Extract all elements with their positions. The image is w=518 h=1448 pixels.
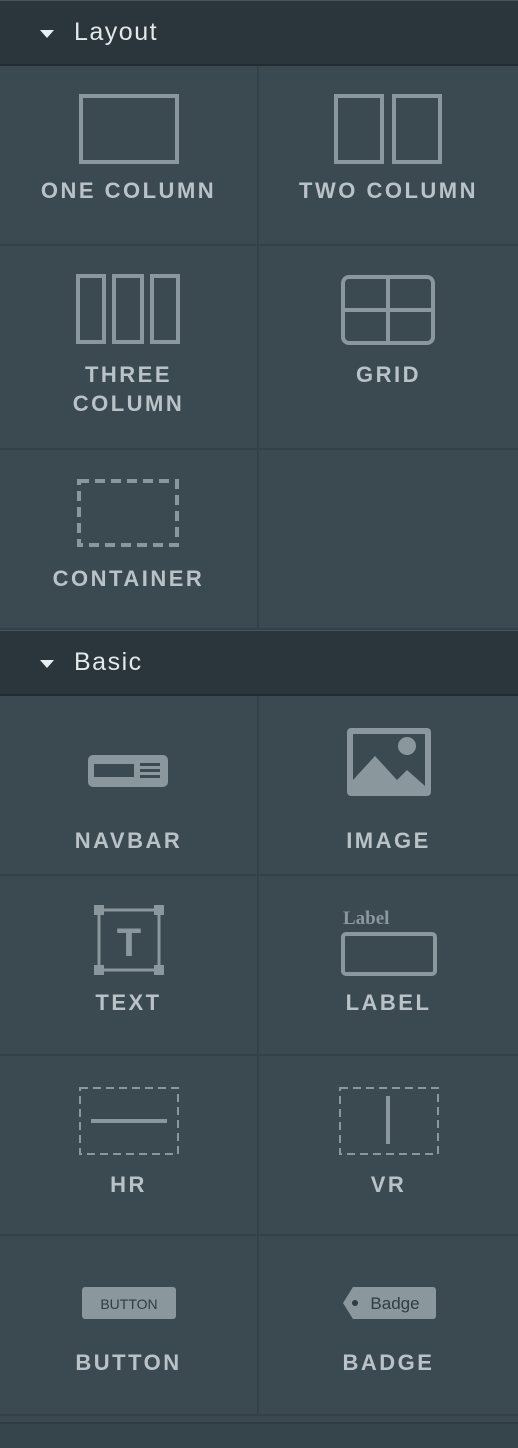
component-label: BADGE bbox=[342, 1350, 435, 1375]
component-three-column[interactable]: THREE COLUMN bbox=[0, 246, 259, 450]
component-grid[interactable]: GRID bbox=[259, 246, 518, 450]
next-section-edge bbox=[0, 1422, 518, 1448]
basic-grid: NAVBAR IMAGE T TEXT Label LABEL HR VR BU… bbox=[0, 696, 518, 1416]
section-header-layout[interactable]: Layout bbox=[0, 0, 518, 66]
label-line: THREE bbox=[84, 362, 173, 387]
component-one-column[interactable]: ONE COLUMN bbox=[0, 66, 259, 246]
component-label: IMAGE bbox=[346, 828, 431, 853]
component-label: LABEL bbox=[345, 990, 432, 1015]
image-icon bbox=[345, 726, 433, 816]
component-label-element[interactable]: Label LABEL bbox=[259, 876, 518, 1056]
component-label: VR bbox=[370, 1172, 407, 1197]
text-icon-glyph: T bbox=[116, 921, 140, 965]
badge-icon-text: Badge bbox=[370, 1294, 419, 1313]
section-title: Layout bbox=[74, 18, 159, 46]
caret-down-icon[interactable] bbox=[40, 659, 54, 668]
component-label: TWO COLUMN bbox=[299, 178, 478, 203]
vr-icon bbox=[338, 1086, 440, 1158]
component-label: CONTAINER bbox=[52, 566, 205, 591]
button-icon-text: BUTTON bbox=[100, 1296, 157, 1312]
component-label: NAVBAR bbox=[74, 828, 183, 853]
two-column-icon bbox=[333, 94, 444, 166]
caret-down-icon[interactable] bbox=[40, 29, 54, 38]
layout-grid: ONE COLUMN TWO COLUMN THREE COLUMN GRID … bbox=[0, 66, 518, 630]
hr-icon bbox=[78, 1086, 180, 1158]
component-badge[interactable]: Badge BADGE bbox=[259, 1236, 518, 1416]
container-icon bbox=[76, 478, 181, 550]
component-button[interactable]: BUTTON BUTTON bbox=[0, 1236, 259, 1416]
three-column-icon bbox=[75, 274, 182, 346]
section-title: Basic bbox=[74, 648, 143, 676]
component-two-column[interactable]: TWO COLUMN bbox=[259, 66, 518, 246]
label-icon: Label bbox=[339, 904, 439, 976]
component-container[interactable]: CONTAINER bbox=[0, 450, 259, 630]
component-label: THREE COLUMN bbox=[73, 360, 185, 418]
label-line: COLUMN bbox=[72, 391, 185, 416]
navbar-icon bbox=[86, 726, 172, 816]
component-image[interactable]: IMAGE bbox=[259, 696, 518, 876]
one-column-icon bbox=[78, 94, 179, 166]
button-icon: BUTTON bbox=[81, 1280, 177, 1326]
component-text[interactable]: T TEXT bbox=[0, 876, 259, 1056]
component-label: BUTTON bbox=[75, 1350, 182, 1375]
section-header-basic[interactable]: Basic bbox=[0, 630, 518, 696]
badge-icon: Badge bbox=[341, 1280, 437, 1326]
component-label: ONE COLUMN bbox=[40, 178, 217, 203]
components-panel: Layout ONE COLUMN TWO COLUMN THREE COLUM… bbox=[0, 0, 518, 1448]
empty-slot bbox=[259, 450, 518, 630]
grid-icon bbox=[340, 274, 437, 346]
component-hr[interactable]: HR bbox=[0, 1056, 259, 1236]
component-label: HR bbox=[110, 1172, 147, 1197]
component-label: TEXT bbox=[95, 990, 162, 1015]
label-icon-text: Label bbox=[343, 908, 389, 929]
component-vr[interactable]: VR bbox=[259, 1056, 518, 1236]
component-label: GRID bbox=[356, 362, 421, 387]
text-icon: T bbox=[93, 904, 165, 976]
component-navbar[interactable]: NAVBAR bbox=[0, 696, 259, 876]
